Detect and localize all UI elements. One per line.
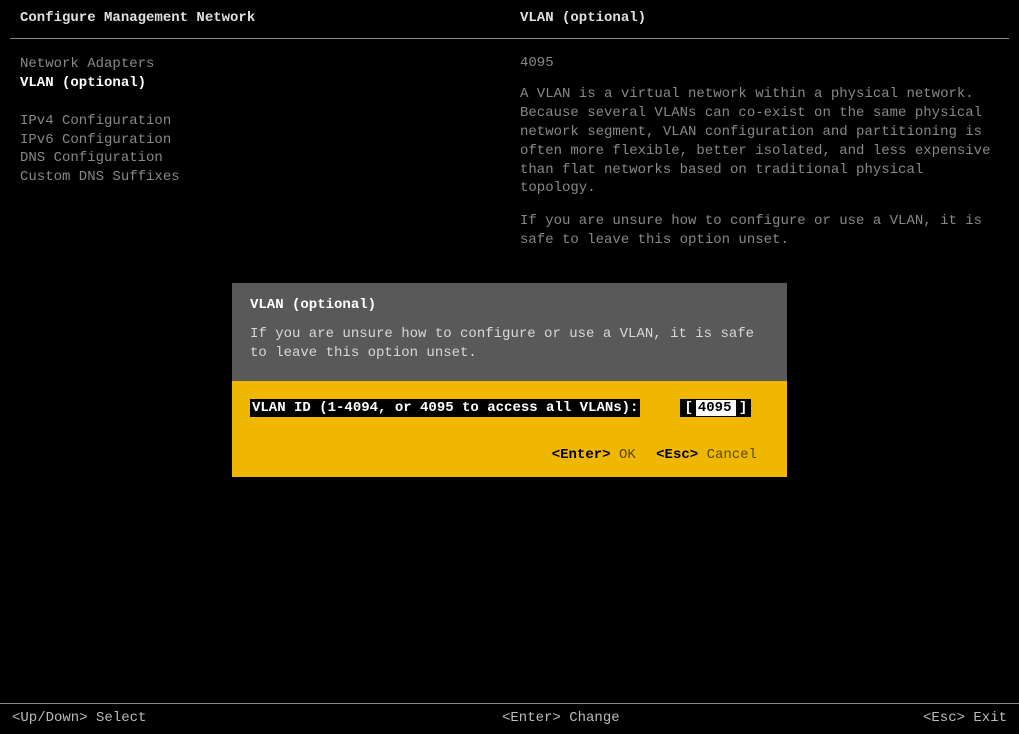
sidebar-item-ipv4[interactable]: IPv4 Configuration (20, 112, 520, 131)
bracket-open: [ (684, 400, 692, 416)
dialog-body: VLAN ID (1-4094, or 4095 to access all V… (232, 381, 787, 477)
vlan-dialog: VLAN (optional) If you are unsure how to… (232, 283, 787, 477)
sidebar-spacer (20, 93, 520, 112)
detail-description-2: If you are unsure how to configure or us… (520, 212, 999, 250)
sidebar-menu: Network Adapters VLAN (optional) IPv4 Co… (20, 55, 520, 264)
footer-hint-select: <Up/Down> Select (12, 710, 502, 726)
page-title-left: Configure Management Network (20, 10, 255, 26)
ok-button[interactable]: <Enter> OK (552, 447, 648, 463)
footer-hint-change: <Enter> Change (502, 710, 923, 726)
dialog-actions: <Enter> OK <Esc> Cancel (250, 447, 769, 463)
detail-description-1: A VLAN is a virtual network within a phy… (520, 85, 999, 198)
detail-current-value: 4095 (520, 55, 999, 71)
sidebar-item-dns[interactable]: DNS Configuration (20, 149, 520, 168)
sidebar-item-ipv6[interactable]: IPv6 Configuration (20, 131, 520, 150)
cancel-button[interactable]: <Esc> Cancel (656, 447, 769, 463)
sidebar-item-network-adapters[interactable]: Network Adapters (20, 55, 520, 74)
dialog-title: VLAN (optional) (250, 297, 769, 313)
detail-panel: 4095 A VLAN is a virtual network within … (520, 55, 999, 264)
sidebar-item-vlan[interactable]: VLAN (optional) (20, 74, 520, 93)
header-bar: Configure Management Network VLAN (optio… (0, 0, 1019, 34)
footer-bar: <Up/Down> Select <Enter> Change <Esc> Ex… (0, 703, 1019, 734)
dialog-help-text: If you are unsure how to configure or us… (250, 325, 769, 363)
page-title-right: VLAN (optional) (520, 10, 646, 26)
bracket-close: ] (739, 400, 747, 416)
dialog-header: VLAN (optional) If you are unsure how to… (232, 283, 787, 381)
vlan-id-label: VLAN ID (1-4094, or 4095 to access all V… (250, 399, 640, 417)
sidebar-item-dns-suffixes[interactable]: Custom DNS Suffixes (20, 168, 520, 187)
vlan-id-input[interactable]: [ 4095 ] (680, 399, 751, 417)
content-area: Network Adapters VLAN (optional) IPv4 Co… (0, 39, 1019, 264)
vlan-id-value[interactable]: 4095 (696, 400, 736, 416)
footer-hint-exit: <Esc> Exit (923, 710, 1007, 726)
vlan-id-input-row: VLAN ID (1-4094, or 4095 to access all V… (250, 399, 769, 417)
